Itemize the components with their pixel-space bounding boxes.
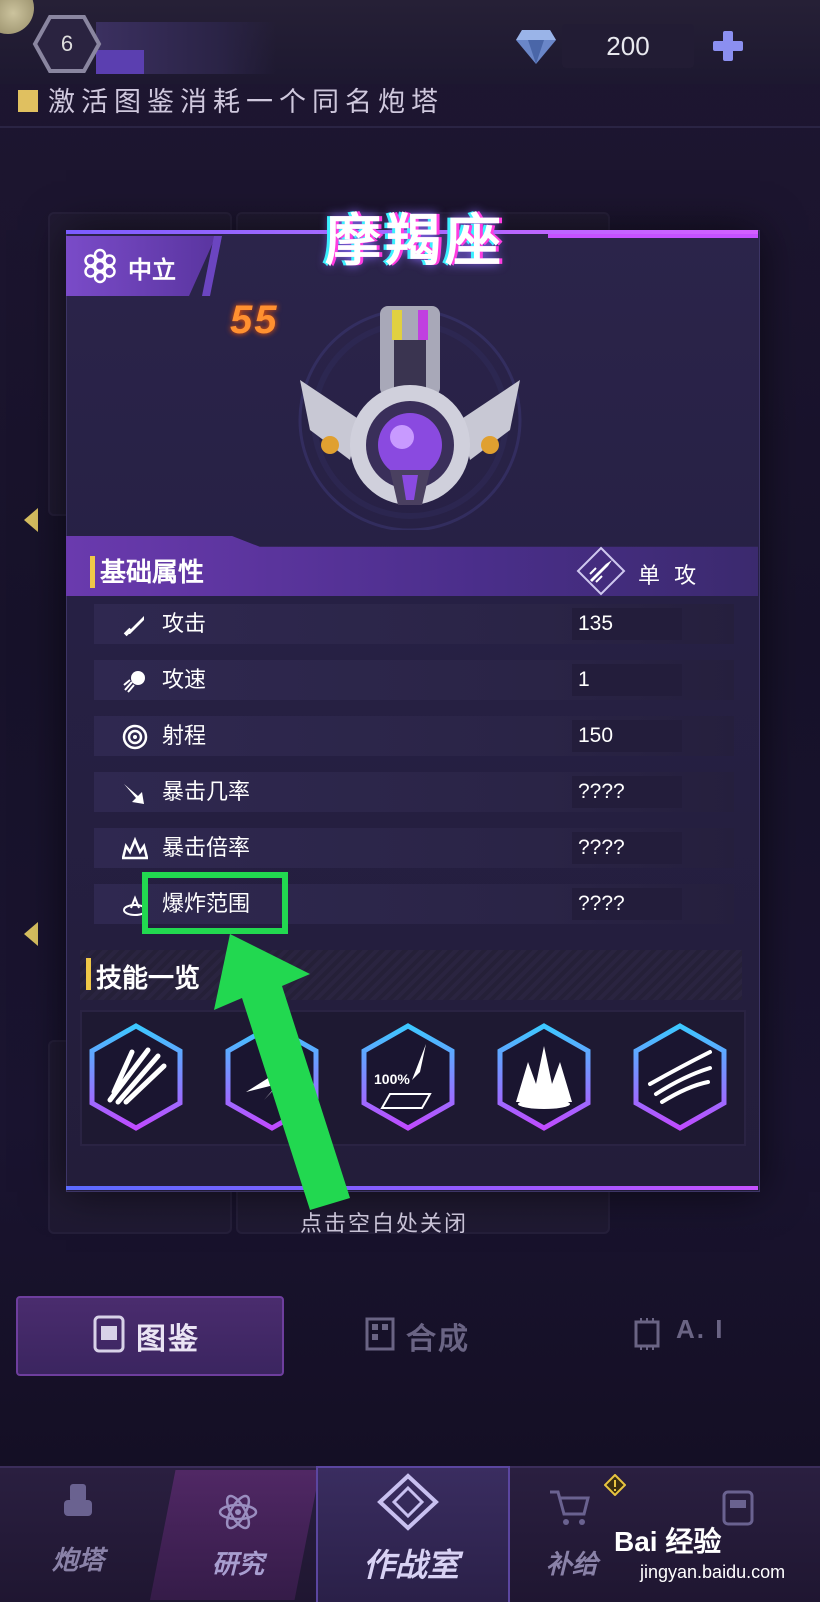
stat-value: ???? — [578, 892, 625, 915]
stat-label: 暴击倍率 — [162, 835, 251, 860]
neutral-faction-icon — [84, 248, 116, 284]
hint-text: 激活图鉴消耗一个同名炮塔 — [48, 87, 444, 117]
speed-icon — [123, 671, 145, 693]
synthesis-icon — [365, 1317, 395, 1351]
player-level: 6 — [60, 31, 74, 56]
extra-nav-icon — [722, 1490, 754, 1526]
player-exp-bar-fill — [96, 50, 144, 74]
stat-label: 攻击 — [162, 611, 207, 636]
crit-multiplier-icon — [122, 836, 148, 860]
add-gem-button[interactable] — [710, 28, 746, 64]
stat-row-attack: 攻击 135 — [94, 604, 734, 644]
tab-synthesis-label[interactable]: 合成 — [406, 1314, 470, 1358]
faction-label: 中立 — [128, 257, 176, 284]
skill-full-charge-icon[interactable]: 100% — [360, 1022, 456, 1132]
tower-turret-image — [298, 306, 522, 530]
stat-value: 135 — [578, 612, 614, 635]
sword-icon — [123, 616, 144, 637]
title-accent-line — [548, 234, 758, 238]
stat-label: 暴击几率 — [162, 779, 251, 804]
tab-ai-label[interactable]: A. I — [676, 1314, 724, 1345]
alert-badge-icon — [604, 1474, 626, 1496]
skill-multi-slash-icon[interactable] — [632, 1022, 728, 1132]
hint-icon — [18, 90, 38, 112]
section-marker — [90, 556, 95, 588]
stat-value: 1 — [578, 668, 590, 691]
gem-icon — [516, 30, 556, 64]
modal-bottom-border — [66, 1186, 758, 1190]
single-attack-icon — [576, 546, 626, 596]
shop-cart-icon — [550, 1490, 590, 1525]
stat-value: ???? — [578, 780, 625, 803]
watermark-logo: Bai 经验 — [614, 1526, 722, 1557]
close-hint[interactable]: 点击空白处关闭 — [300, 1206, 468, 1238]
stat-row-attack-speed: 攻速 1 — [94, 660, 734, 700]
attack-type-label: 单 攻 — [638, 563, 701, 588]
nav-research[interactable]: 研究 — [196, 1544, 280, 1581]
watermark-url: jingyan.baidu.com — [640, 1562, 786, 1582]
research-atom-icon — [218, 1494, 258, 1530]
crit-chance-icon — [124, 784, 144, 804]
scroll-left-icon — [24, 922, 38, 946]
stat-row-range: 射程 150 — [94, 716, 734, 756]
annotation-highlight-box — [142, 872, 288, 934]
stat-label: 射程 — [162, 723, 207, 748]
target-icon — [122, 724, 148, 750]
ai-chip-icon — [634, 1318, 660, 1350]
skills-title: 技能一览 — [96, 963, 201, 993]
tower-name-title: 摩羯座 — [325, 209, 505, 272]
turret-nav-icon — [64, 1484, 92, 1516]
annotation-arrow-icon — [214, 934, 350, 1210]
divider — [0, 126, 820, 128]
basic-attributes-title: 基础属性 — [100, 557, 205, 587]
skill-ground-blast-icon[interactable] — [496, 1022, 592, 1132]
nav-turret[interactable]: 炮塔 — [36, 1540, 120, 1577]
nav-war-room[interactable]: 作战室 — [326, 1540, 496, 1586]
stat-value: ???? — [578, 836, 625, 859]
gem-count: 200 — [606, 31, 650, 61]
scroll-left-icon — [24, 508, 38, 532]
stat-row-crit-chance: 暴击几率 ???? — [94, 772, 734, 812]
skill-slash-burst-icon[interactable] — [88, 1022, 184, 1132]
war-room-diamond-icon — [377, 1473, 439, 1531]
tab-atlas-label: 图鉴 — [136, 1323, 200, 1356]
atlas-icon — [93, 1315, 125, 1353]
skill-charge-percent: 100% — [374, 1071, 410, 1087]
nav-supply[interactable]: 补给 — [530, 1544, 614, 1581]
tower-level-badge: 55 — [230, 298, 279, 342]
stat-value: 150 — [578, 724, 614, 747]
stat-label: 攻速 — [162, 667, 207, 692]
section-marker — [86, 958, 91, 990]
stat-row-crit-multiplier: 暴击倍率 ???? — [94, 828, 734, 868]
